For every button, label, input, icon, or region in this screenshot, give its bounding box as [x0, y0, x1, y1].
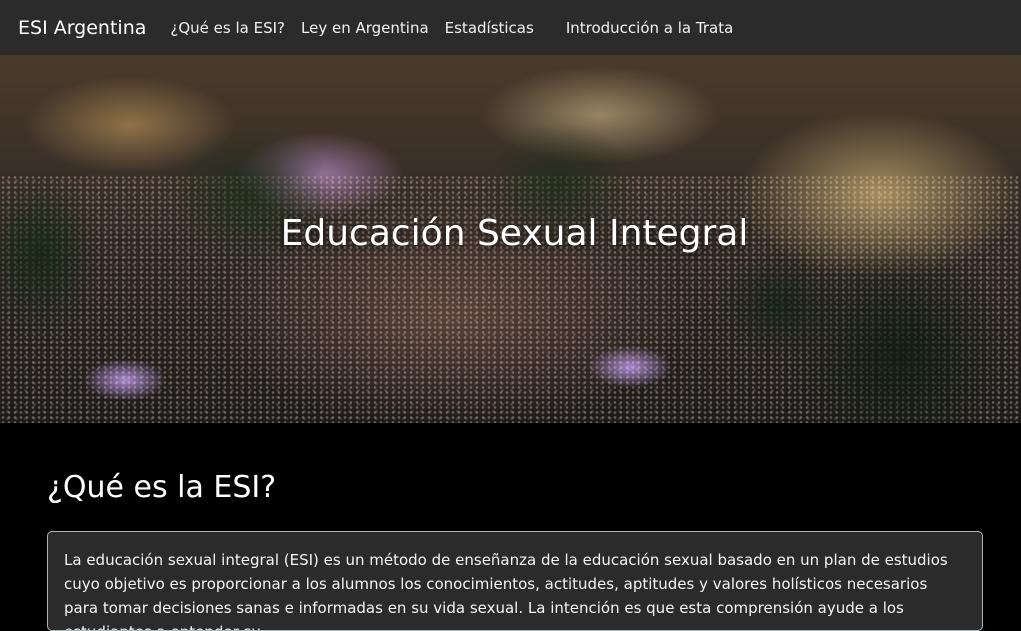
brand-link[interactable]: ESI Argentina [18, 17, 146, 39]
nav-link-introduccion-trata[interactable]: Introducción a la Trata [566, 19, 733, 37]
top-navbar: ESI Argentina ¿Qué es la ESI? Ley en Arg… [0, 0, 1021, 55]
nav-link-que-es-esi[interactable]: ¿Qué es la ESI? [170, 19, 285, 37]
info-card-text: La educación sexual integral (ESI) es un… [64, 551, 948, 630]
nav-link-estadisticas[interactable]: Estadísticas [445, 19, 534, 37]
hero-banner: Educación Sexual Integral [0, 55, 1021, 423]
section-title: ¿Qué es la ESI? [47, 470, 277, 505]
nav-link-ley-argentina[interactable]: Ley en Argentina [301, 19, 429, 37]
hero-title: Educación Sexual Integral [280, 213, 749, 254]
info-card: La educación sexual integral (ESI) es un… [47, 531, 983, 631]
